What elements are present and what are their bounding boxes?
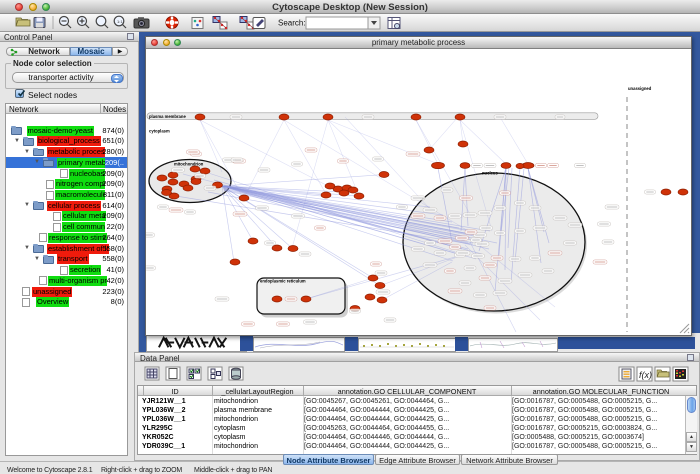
svg-text:f(x): f(x) xyxy=(639,370,652,380)
svg-text:cytoplasm: cytoplasm xyxy=(149,128,170,133)
svg-text:1:1: 1:1 xyxy=(117,19,123,24)
svg-text:mitochondrion: mitochondrion xyxy=(174,161,204,166)
svg-text:nucleus: nucleus xyxy=(482,170,498,175)
svg-text:Search:: Search: xyxy=(278,19,306,28)
svg-text:unassigned: unassigned xyxy=(628,86,652,91)
svg-text:plasma membrane: plasma membrane xyxy=(149,113,186,118)
svg-text:endoplasmic reticulum: endoplasmic reticulum xyxy=(260,278,306,283)
